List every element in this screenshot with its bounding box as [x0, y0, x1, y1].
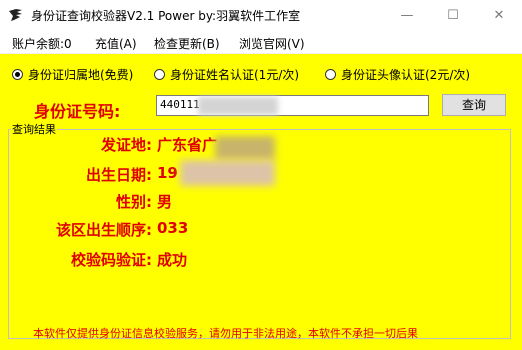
menu-recharge[interactable]: 充值(A)	[95, 35, 137, 52]
checksum-value: 成功	[157, 251, 188, 269]
issuing-place-label: 发证地:	[101, 136, 152, 154]
radio-indicator	[154, 69, 165, 80]
gender-label: 性别:	[116, 193, 152, 211]
birth-order-value: 033	[157, 219, 189, 237]
maximize-button[interactable]: ☐	[430, 0, 476, 31]
radio-option-label: 身份证姓名认证(1元/次)	[170, 68, 300, 82]
radio-selected-indicator	[12, 69, 23, 80]
minimize-button[interactable]: —	[384, 0, 430, 31]
birth-order-label: 该区出生顺序:	[56, 221, 152, 239]
redacted-blur	[198, 97, 278, 115]
radio-indicator	[325, 69, 336, 80]
id-number-input[interactable]: 440111	[156, 95, 429, 116]
app-wing-icon	[9, 9, 22, 21]
radio-option-name-auth[interactable]: 身份证姓名认证(1元/次)	[154, 66, 299, 83]
checksum-label: 校验码验证:	[71, 251, 152, 269]
issuing-place-value: 广东省广	[157, 136, 218, 154]
menu-bar: 账户余额:0 充值(A) 检查更新(B) 浏览官网(V)	[0, 31, 522, 54]
disclaimer-text: 本软件仅提供身份证信息校验服务，请勿用于非法用途，本软件不承担一切后果	[33, 327, 418, 340]
menu-visit-website[interactable]: 浏览官网(V)	[239, 35, 305, 52]
close-button[interactable]: ✕	[476, 0, 522, 31]
redacted-blur	[180, 160, 275, 186]
menu-check-update[interactable]: 检查更新(B)	[154, 35, 220, 52]
menu-balance[interactable]: 账户余额:0	[12, 35, 72, 52]
birth-date-label: 出生日期:	[86, 166, 152, 184]
redacted-blur	[215, 136, 275, 160]
gender-value: 男	[157, 193, 173, 211]
query-button[interactable]: 查询	[442, 94, 506, 116]
birth-date-value: 19	[157, 164, 178, 182]
radio-option-location[interactable]: 身份证归属地(免费)	[12, 66, 133, 83]
title-bar: 身份证查询校验器V2.1 Power by:羽翼软件工作室 — ☐ ✕	[0, 0, 522, 31]
main-panel: 身份证归属地(免费) 身份证姓名认证(1元/次) 身份证头像认证(2元/次) 身…	[0, 54, 522, 350]
id-number-label: 身份证号码:	[34, 102, 121, 121]
radio-option-label: 身份证归属地(免费)	[28, 68, 134, 82]
radio-option-label: 身份证头像认证(2元/次)	[341, 68, 471, 82]
window-title: 身份证查询校验器V2.1 Power by:羽翼软件工作室	[31, 9, 301, 23]
results-group-title: 查询结果	[11, 121, 57, 137]
radio-option-photo-auth[interactable]: 身份证头像认证(2元/次)	[325, 66, 470, 83]
